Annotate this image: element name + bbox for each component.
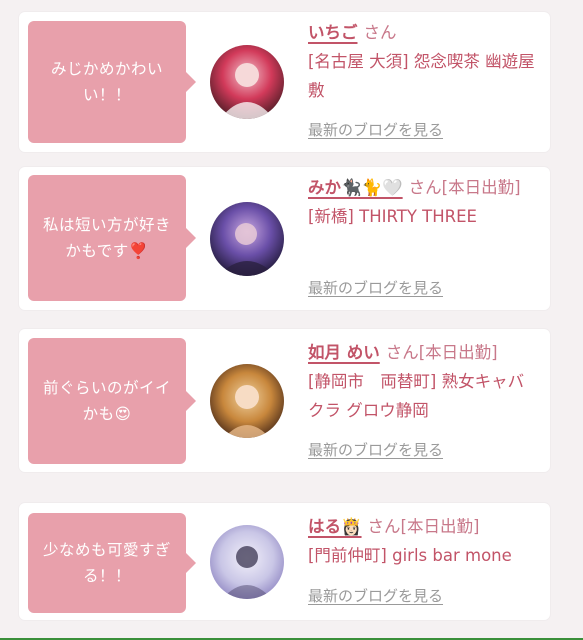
honorific: さん[本日出勤] — [385, 343, 498, 362]
user-info: はる👸🏻 さん[本日出勤] [門前仲町] girls bar mone — [308, 512, 540, 570]
user-name-link[interactable]: いちご — [308, 23, 358, 42]
comment-card: 私は短い方が好きかもです❣️ みか🐈‍⬛🐈🤍 さん[本日出勤] [新橋] THIR… — [19, 167, 550, 310]
comment-card: 前ぐらいのがイイかも😍 如月 めい さん[本日出勤] [静岡市 両替町] 熟女キャ… — [19, 329, 550, 472]
comment-bubble: 私は短い方が好きかもです❣️ — [28, 175, 196, 301]
avatar-photo — [210, 525, 284, 599]
user-info: みか🐈‍⬛🐈🤍 さん[本日出勤] [新橋] THIRTY THREE — [308, 173, 540, 231]
avatar[interactable] — [210, 45, 284, 119]
comment-card: みじかめかわいい！！ いちご さん [名古屋 大須] 怨念喫茶 幽遊屋敷 最新のブ… — [19, 12, 550, 152]
latest-blog-link[interactable]: 最新のブログを見る — [308, 119, 443, 140]
latest-blog-link[interactable]: 最新のブログを見る — [308, 277, 443, 298]
avatar-photo — [210, 202, 284, 276]
latest-blog-link[interactable]: 最新のブログを見る — [308, 439, 443, 460]
avatar[interactable] — [210, 525, 284, 599]
comment-bubble: 前ぐらいのがイイかも😍 — [28, 338, 196, 464]
avatar[interactable] — [210, 364, 284, 438]
honorific: さん[本日出勤] — [408, 178, 521, 197]
user-name-link[interactable]: はる👸🏻 — [308, 517, 362, 536]
comment-bubble: 少なめも可愛すぎる！！ — [28, 513, 196, 613]
shop-name: [名古屋 大須] 怨念喫茶 幽遊屋敷 — [308, 52, 535, 100]
latest-blog-link[interactable]: 最新のブログを見る — [308, 585, 443, 606]
comment-text: 私は短い方が好きかもです❣️ — [42, 216, 171, 260]
comment-text: みじかめかわいい！！ — [50, 60, 163, 104]
shop-name: [新橋] THIRTY THREE — [308, 207, 477, 226]
comment-card: 少なめも可愛すぎる！！ はる👸🏻 さん[本日出勤] [門前仲町] girls ba… — [19, 503, 550, 620]
honorific: さん[本日出勤] — [367, 517, 480, 536]
user-name-link[interactable]: みか🐈‍⬛🐈🤍 — [308, 178, 403, 197]
shop-name: [門前仲町] girls bar mone — [308, 546, 512, 565]
user-name-link[interactable]: 如月 めい — [308, 343, 380, 362]
honorific: さん — [363, 23, 397, 42]
avatar-photo — [210, 45, 284, 119]
user-info: いちご さん [名古屋 大須] 怨念喫茶 幽遊屋敷 — [308, 18, 540, 105]
avatar[interactable] — [210, 202, 284, 276]
avatar-photo — [210, 364, 284, 438]
comment-text: 少なめも可愛すぎる！！ — [42, 541, 171, 585]
comment-bubble: みじかめかわいい！！ — [28, 21, 196, 143]
comment-text: 前ぐらいのがイイかも😍 — [42, 379, 171, 423]
shop-name: [静岡市 両替町] 熟女キャバクラ グロウ静岡 — [308, 372, 525, 420]
user-info: 如月 めい さん[本日出勤] [静岡市 両替町] 熟女キャバクラ グロウ静岡 — [308, 338, 540, 425]
